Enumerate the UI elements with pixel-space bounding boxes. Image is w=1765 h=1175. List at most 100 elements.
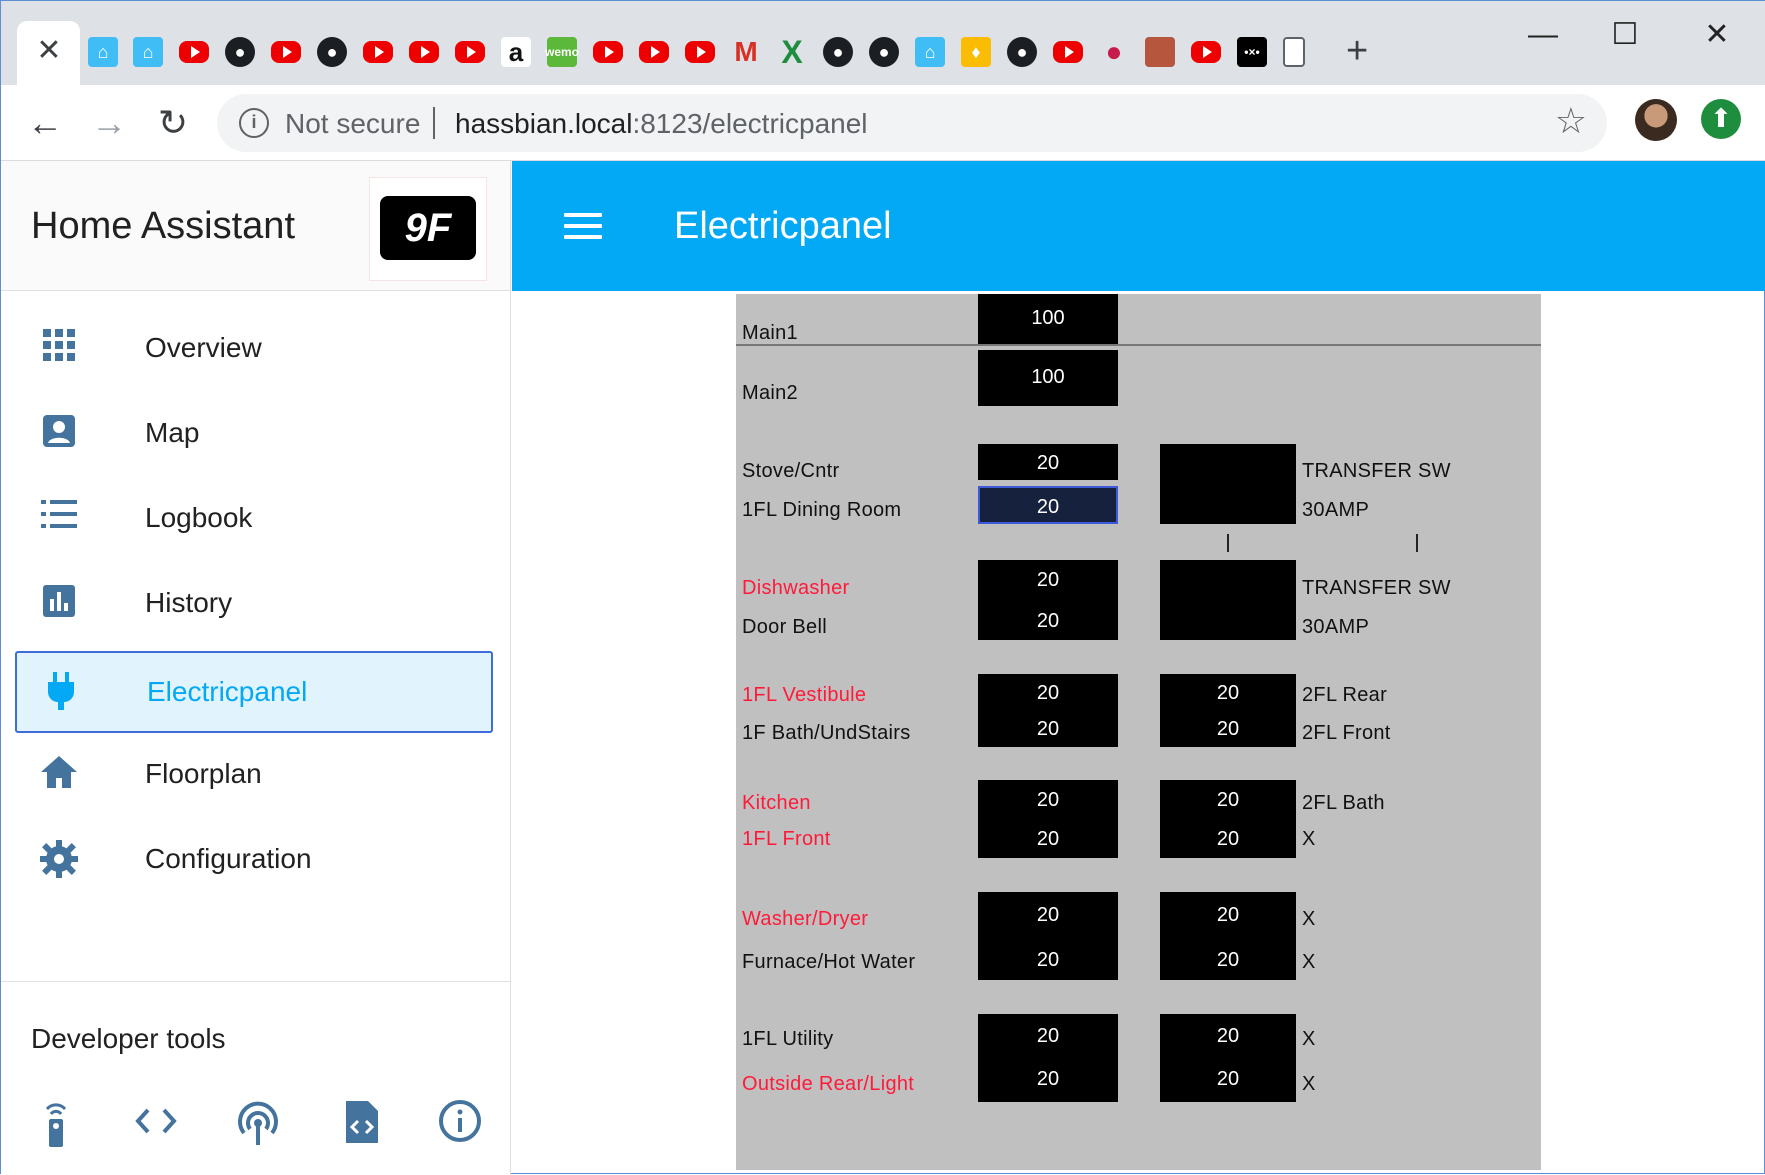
close-window-button[interactable]: ✕: [1687, 15, 1747, 55]
github-icon[interactable]: ●: [869, 37, 899, 67]
minimize-button[interactable]: —: [1513, 15, 1573, 55]
transfer-switch-box[interactable]: [1160, 560, 1296, 640]
chart-icon: [39, 583, 79, 623]
circuit-label: 1FL Front: [742, 828, 831, 850]
raspberry-pi-icon[interactable]: ●: [1099, 36, 1129, 67]
circuit-label: Furnace/Hot Water: [742, 951, 916, 973]
youtube-icon[interactable]: [1053, 41, 1083, 63]
app-header: Electricpanel: [512, 161, 1765, 291]
update-icon[interactable]: ⬆: [1701, 99, 1741, 139]
sidebar-item-logbook[interactable]: Logbook: [15, 477, 493, 559]
page-title: Electricpanel: [674, 205, 892, 247]
youtube-icon[interactable]: [409, 41, 439, 63]
circuit-label: Dishwasher: [742, 577, 850, 599]
forward-button[interactable]: →: [81, 95, 137, 151]
circuit-label: 1FL Vestibule: [742, 684, 867, 706]
youtube-icon[interactable]: [593, 41, 623, 63]
document-icon[interactable]: [1283, 37, 1305, 67]
breaker-value: 20: [1216, 1068, 1240, 1090]
amazon-icon[interactable]: a: [501, 37, 531, 67]
back-button[interactable]: ←: [17, 95, 73, 151]
breaker[interactable]: 20 20: [978, 674, 1118, 747]
grid-icon: [39, 328, 79, 368]
developer-tools-heading: Developer tools: [31, 1023, 226, 1054]
youtube-icon[interactable]: [639, 41, 669, 63]
breaker[interactable]: 20 20: [978, 780, 1118, 858]
file-code-icon[interactable]: [337, 1099, 387, 1149]
user-logo[interactable]: 9F: [369, 177, 487, 281]
youtube-icon[interactable]: [271, 41, 301, 63]
breaker[interactable]: 20 20: [978, 560, 1118, 640]
new-tab-button[interactable]: +: [1346, 31, 1368, 71]
logo-text: 9F: [380, 196, 476, 260]
breaker-value: 20: [1036, 682, 1060, 704]
sidebar-item-label: Floorplan: [145, 758, 262, 789]
youtube-icon[interactable]: [363, 41, 393, 63]
sidebar-item-map[interactable]: Map: [15, 392, 493, 474]
bulb-icon[interactable]: ♦: [961, 37, 991, 67]
youtube-icon[interactable]: [685, 41, 715, 63]
breaker[interactable]: 20: [978, 444, 1118, 480]
maximize-button[interactable]: ☐: [1595, 15, 1655, 55]
not-secure-label: Not secure: [285, 108, 421, 139]
profile-avatar[interactable]: [1635, 99, 1677, 141]
medium-icon[interactable]: •×•: [1237, 37, 1267, 67]
url-text[interactable]: hassbian.local:8123/electricpanel: [455, 108, 868, 140]
sidebar-item-history[interactable]: History: [15, 562, 493, 644]
url-path: :8123/electricpanel: [632, 108, 868, 139]
broadcast-icon[interactable]: [233, 1099, 283, 1149]
youtube-icon[interactable]: [455, 41, 485, 63]
github-icon[interactable]: ●: [225, 37, 255, 67]
sidebar-item-overview[interactable]: Overview: [15, 307, 493, 389]
reload-button[interactable]: ↻: [145, 95, 201, 151]
home-assistant-icon[interactable]: ⌂: [133, 37, 163, 67]
home-assistant-icon[interactable]: ⌂: [915, 37, 945, 67]
github-icon[interactable]: ●: [317, 37, 347, 67]
profile-icon[interactable]: [1145, 37, 1175, 67]
main2-breaker[interactable]: 100: [978, 350, 1118, 406]
circuit-label: 30AMP: [1302, 499, 1370, 521]
youtube-icon[interactable]: [179, 41, 209, 63]
github-icon[interactable]: ●: [1007, 37, 1037, 67]
info-icon[interactable]: [435, 1099, 485, 1149]
circuit-label: 1FL Utility: [742, 1028, 834, 1050]
breaker[interactable]: 20 20: [978, 1014, 1118, 1102]
breaker[interactable]: 20 20: [1160, 780, 1296, 858]
breaker-value: 20: [1036, 569, 1060, 591]
circuit-label: Stove/Cntr: [742, 460, 840, 482]
transfer-switch-box[interactable]: [1160, 444, 1296, 524]
breaker-value: 20: [1036, 949, 1060, 971]
sidebar-item-label: Map: [145, 417, 200, 448]
breaker[interactable]: 20 20: [1160, 1014, 1296, 1102]
address-bar[interactable]: i Not secure hassbian.local:8123/electri…: [217, 94, 1607, 152]
sidebar-item-floorplan[interactable]: Floorplan: [15, 733, 493, 815]
sidebar-item-label: Logbook: [145, 502, 253, 533]
close-tab-icon[interactable]: ✕: [29, 31, 69, 71]
menu-icon[interactable]: [564, 213, 602, 239]
breaker[interactable]: 20 20: [1160, 674, 1296, 747]
circuit-label: 1F Bath/UndStairs: [742, 722, 911, 744]
sidebar-item-electricpanel[interactable]: Electricpanel: [15, 651, 493, 733]
excel-icon[interactable]: X: [777, 34, 807, 70]
site-info-icon[interactable]: i: [239, 108, 269, 138]
breaker[interactable]: 20 20: [1160, 892, 1296, 980]
code-icon[interactable]: [131, 1099, 181, 1149]
main1-breaker[interactable]: 100: [978, 294, 1118, 344]
youtube-icon[interactable]: [1191, 41, 1221, 63]
breaker-value: 20: [1216, 789, 1240, 811]
sidebar: Home Assistant 9F Overview Map Logbook H…: [1, 161, 511, 1175]
remote-icon[interactable]: [31, 1099, 81, 1149]
breaker-value: 20: [1036, 610, 1060, 632]
gmail-icon[interactable]: M: [731, 36, 761, 67]
wemo-icon[interactable]: wemo: [545, 37, 579, 67]
home-assistant-icon[interactable]: ⌂: [88, 37, 118, 67]
breaker[interactable]: 20 20: [978, 892, 1118, 980]
breaker-value: 20: [1216, 1025, 1240, 1047]
gear-icon: [39, 839, 79, 879]
tab-strip: ✕ ⌂ ⌂ ● ● a wemo M X ● ● ⌂ ♦ ● ● •×• + —…: [1, 1, 1765, 85]
sidebar-item-configuration[interactable]: Configuration: [15, 818, 493, 900]
github-icon[interactable]: ●: [823, 37, 853, 67]
bookmark-star-icon[interactable]: ☆: [1555, 100, 1587, 142]
breaker-selected[interactable]: 20: [978, 486, 1118, 524]
main1-label: Main1: [742, 322, 798, 344]
